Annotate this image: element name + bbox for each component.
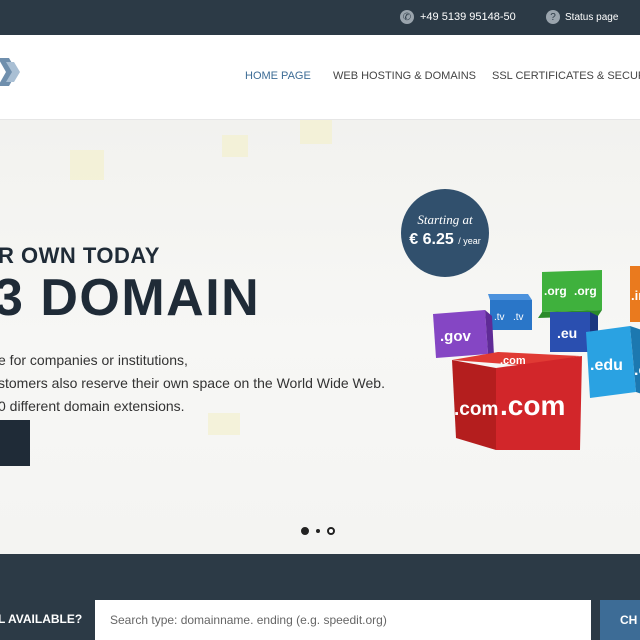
status-page-link[interactable]: ? Status page xyxy=(546,10,618,24)
hero-text-line: e for companies or institutions, xyxy=(0,352,188,368)
hero-text-line: 0 different domain extensions. xyxy=(0,398,185,414)
cube-tv: .tv .tv xyxy=(488,294,532,330)
badge-price: € 6.25 / year xyxy=(401,231,489,249)
hero-description: e for companies or institutions, stomers… xyxy=(0,349,385,418)
question-icon: ? xyxy=(546,10,560,24)
svg-text:.c: .c xyxy=(634,362,640,379)
svg-text:.org: .org xyxy=(544,284,567,298)
sticky-note-decoration xyxy=(300,120,332,144)
cube-com: .com .com .com xyxy=(452,352,582,450)
svg-text:.eu: .eu xyxy=(557,325,577,341)
domain-cubes-image: .in .org .org .tv .tv .gov .eu .edu .c .… xyxy=(433,266,640,450)
nav-web-hosting[interactable]: WEB HOSTING & DOMAINS xyxy=(333,70,476,82)
phone-link[interactable]: ✆ +49 5139 95148-50 xyxy=(400,10,516,24)
svg-text:.gov: .gov xyxy=(440,328,471,345)
badge-starting-at: Starting at xyxy=(417,212,473,227)
nav-home[interactable]: HOME PAGE xyxy=(245,70,311,82)
hero-subtitle: R OWN TODAY xyxy=(0,243,160,268)
cube-edu: .edu .c xyxy=(586,326,640,398)
svg-text:.tv: .tv xyxy=(494,312,505,323)
status-page-label: Status page xyxy=(565,11,619,23)
domain-search-input[interactable] xyxy=(95,600,591,640)
check-domain-button[interactable]: CH xyxy=(600,600,640,640)
hero-cta-button[interactable] xyxy=(0,420,30,466)
slider-pagination xyxy=(301,527,335,535)
svg-text:.com: .com xyxy=(454,399,498,420)
top-bar: ✆ +49 5139 95148-50 ? Status page xyxy=(0,0,640,35)
hero-title: 3 DOMAIN xyxy=(0,269,261,327)
cube-org: .org .org xyxy=(538,270,602,318)
slider-dot[interactable] xyxy=(301,527,309,535)
phone-icon: ✆ xyxy=(400,10,414,24)
svg-text:.com: .com xyxy=(500,390,565,421)
domain-question-label: L AVAILABLE? xyxy=(0,612,83,626)
svg-text:.in: .in xyxy=(631,288,640,303)
svg-text:.tv: .tv xyxy=(513,312,524,323)
badge-price-unit: / year xyxy=(458,236,481,246)
cube-gov: .gov xyxy=(433,310,494,358)
slider-dot[interactable] xyxy=(327,527,335,535)
svg-text:.com: .com xyxy=(500,355,526,367)
slider-dot-separator xyxy=(316,529,320,533)
hero-text-line: stomers also reserve their own space on … xyxy=(0,375,385,391)
nav-ssl[interactable]: SSL CERTIFICATES & SECURITY xyxy=(492,70,640,82)
badge-price-value: € 6.25 xyxy=(409,231,454,248)
svg-text:.edu: .edu xyxy=(590,357,623,374)
sticky-note-decoration xyxy=(222,135,248,157)
cube-in: .in xyxy=(630,266,640,322)
sticky-note-decoration xyxy=(70,150,104,180)
phone-number: +49 5139 95148-50 xyxy=(420,11,516,23)
svg-text:.org: .org xyxy=(574,284,597,298)
chevron-logo-icon[interactable] xyxy=(0,58,24,86)
